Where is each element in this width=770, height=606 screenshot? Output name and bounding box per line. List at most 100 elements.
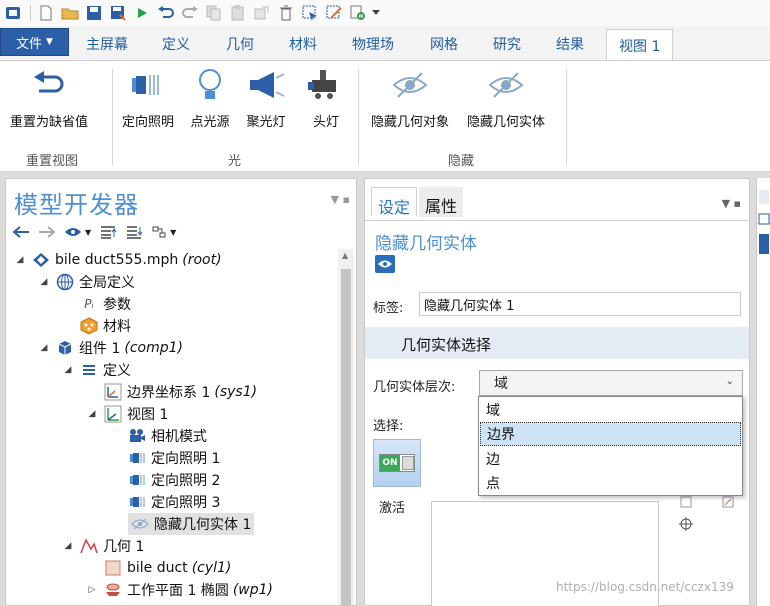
view-axes-icon [104, 405, 122, 423]
zoom-to-selection-icon[interactable] [677, 515, 695, 533]
reset-view-button[interactable]: 重置为缺省值 [10, 65, 88, 130]
copy-icon[interactable] [203, 2, 225, 24]
select-icon[interactable] [299, 2, 321, 24]
more-icon[interactable] [371, 2, 381, 24]
cylinder-icon [104, 559, 122, 577]
headlight-label: 头灯 [312, 115, 339, 130]
tree-node-root[interactable]: ◢ bile duct555.mph (root) [14, 249, 222, 271]
tab-mesh[interactable]: 网格 [430, 34, 458, 54]
dropdown-option-boundary[interactable]: 边界 [480, 422, 741, 446]
tree-node-materials[interactable]: 材料 [62, 315, 131, 337]
hide-geometric-entities-button[interactable]: 隐藏几何实体 [467, 65, 545, 130]
expand-triangle-icon[interactable]: ▷ [86, 585, 98, 595]
tree-node-component[interactable]: ◢ 组件 1 (comp1) [38, 337, 183, 359]
back-arrow-icon[interactable] [12, 226, 30, 238]
section-entity-selection[interactable]: 几何实体选择 [365, 327, 749, 359]
open-icon[interactable] [59, 2, 81, 24]
collapse-sections-icon[interactable] [125, 225, 143, 239]
expand-sections-icon[interactable] [99, 225, 117, 239]
work-plane-icon [104, 581, 122, 599]
tree-node-boundary-system[interactable]: 边界坐标系 1 (sys1) [86, 381, 257, 403]
tree-node-directional-light-2[interactable]: 定向照明 2 [110, 469, 220, 491]
tree-node-view[interactable]: ◢ 视图 1 [86, 403, 168, 425]
tree-node-global-definitions[interactable]: ◢ 全局定义 [38, 271, 135, 293]
tab-materials[interactable]: 材料 [289, 34, 317, 54]
show-eye-icon[interactable]: ▼ [64, 226, 91, 238]
tree-node-geometry[interactable]: ◢ 几何 1 [62, 535, 144, 557]
tree-node-camera[interactable]: 相机模式 [110, 425, 207, 447]
tree-node-bile-duct[interactable]: bile duct (cyl1) [86, 557, 231, 579]
collapse-triangle-icon[interactable]: ◢ [62, 365, 74, 375]
tree-node-definitions[interactable]: ◢ 定义 [62, 359, 131, 381]
entity-level-dropdown: 域 边界 边 点 [478, 396, 743, 496]
tree-node-work-plane[interactable]: ▷ 工作平面 1 椭圆 (wp1) [86, 579, 273, 601]
directional-light-button[interactable]: 定向照明 [122, 65, 174, 130]
tab-physics[interactable]: 物理场 [352, 34, 394, 54]
tree-node-label: 定向照明 1 [151, 451, 221, 467]
tab-geometry[interactable]: 几何 [226, 34, 254, 54]
directional-light-icon [128, 471, 146, 489]
tree-options-icon[interactable]: ▼ [151, 225, 176, 239]
tab-view-1[interactable]: 视图 1 [606, 29, 674, 60]
tree-node-tag: (wp1) [232, 582, 273, 598]
headlight-icon [306, 65, 346, 105]
watermark-text: https://blog.csdn.net/cczx139 [556, 580, 734, 594]
tree-node-label: 定向照明 3 [151, 495, 221, 511]
scrollbar-thumb[interactable] [341, 269, 351, 605]
tree-node-directional-light-3[interactable]: 定向照明 3 [110, 491, 220, 513]
headlight-button[interactable]: 头灯 [306, 65, 346, 130]
tab-settings[interactable]: 设定 [371, 187, 418, 217]
tab-home[interactable]: 主屏幕 [86, 34, 128, 54]
paste-icon[interactable] [227, 2, 249, 24]
entity-level-caption: 几何实体层次: [373, 380, 456, 395]
tree-node-label: 几何 1 [103, 539, 145, 555]
file-menu-tab[interactable]: 文件 ▼ [0, 28, 69, 56]
collapse-triangle-icon[interactable]: ◢ [86, 409, 98, 419]
collapse-triangle-icon[interactable]: ◢ [62, 541, 74, 551]
zoom-icon[interactable] [347, 2, 369, 24]
dropdown-option-domain[interactable]: 域 [480, 398, 741, 422]
tree-node-label: 组件 1 [79, 341, 121, 357]
tree-node-hide-entities-1[interactable]: 隐藏几何实体 1 [110, 513, 255, 535]
tree-node-tag: (cyl1) [191, 560, 232, 576]
undo-icon[interactable] [155, 2, 177, 24]
materials-icon [80, 317, 98, 335]
save-as-icon[interactable] [107, 2, 129, 24]
hide-geometry-objects-button[interactable]: 隐藏几何对象 [371, 65, 449, 130]
delete-icon[interactable] [275, 2, 297, 24]
toggle-on-label: ON [380, 455, 400, 471]
dropdown-option-edge[interactable]: 边 [480, 447, 741, 471]
duplicate-icon[interactable] [251, 2, 273, 24]
run-icon[interactable] [131, 2, 153, 24]
tab-definitions[interactable]: 定义 [162, 34, 190, 54]
collapse-triangle-icon[interactable]: ◢ [38, 277, 50, 287]
label-input[interactable] [419, 292, 741, 316]
forward-arrow-icon[interactable] [38, 226, 56, 238]
tab-properties[interactable]: 属性 [419, 187, 464, 217]
point-light-button[interactable]: 点光源 [190, 65, 230, 130]
panel-menu-icon[interactable]: ▼ ▪ [722, 197, 741, 210]
tree-node-label: bile duct555.mph [55, 252, 179, 268]
app-icon[interactable] [2, 2, 24, 24]
redo-icon[interactable] [179, 2, 201, 24]
panel-menu-icon[interactable]: ▼ ▪ [331, 193, 350, 206]
tree-node-directional-light-1[interactable]: 定向照明 1 [110, 447, 220, 469]
new-icon[interactable] [35, 2, 57, 24]
clear-icon[interactable] [323, 2, 345, 24]
dropdown-option-point[interactable]: 点 [480, 471, 741, 495]
model-root-icon [32, 251, 50, 269]
scroll-up-icon[interactable]: ▲ [342, 251, 348, 260]
tab-study[interactable]: 研究 [493, 34, 521, 54]
spotlight-button[interactable]: 聚光灯 [246, 65, 286, 130]
collapse-triangle-icon[interactable]: ◢ [38, 343, 50, 353]
save-icon[interactable] [83, 2, 105, 24]
tree-node-parameters[interactable]: Pᵢ 参数 [62, 293, 131, 315]
reset-view-label: 重置为缺省值 [10, 115, 89, 130]
tab-results[interactable]: 结果 [556, 34, 584, 54]
activate-toggle-button[interactable]: ON [373, 439, 421, 487]
tree-scrollbar[interactable]: ▲ [338, 249, 354, 605]
selected-highlight: 隐藏几何实体 1 [128, 513, 255, 535]
coordinate-system-icon [104, 383, 122, 401]
collapse-triangle-icon[interactable]: ◢ [14, 255, 26, 265]
entity-level-select[interactable]: 域 ⌄ [479, 370, 743, 396]
